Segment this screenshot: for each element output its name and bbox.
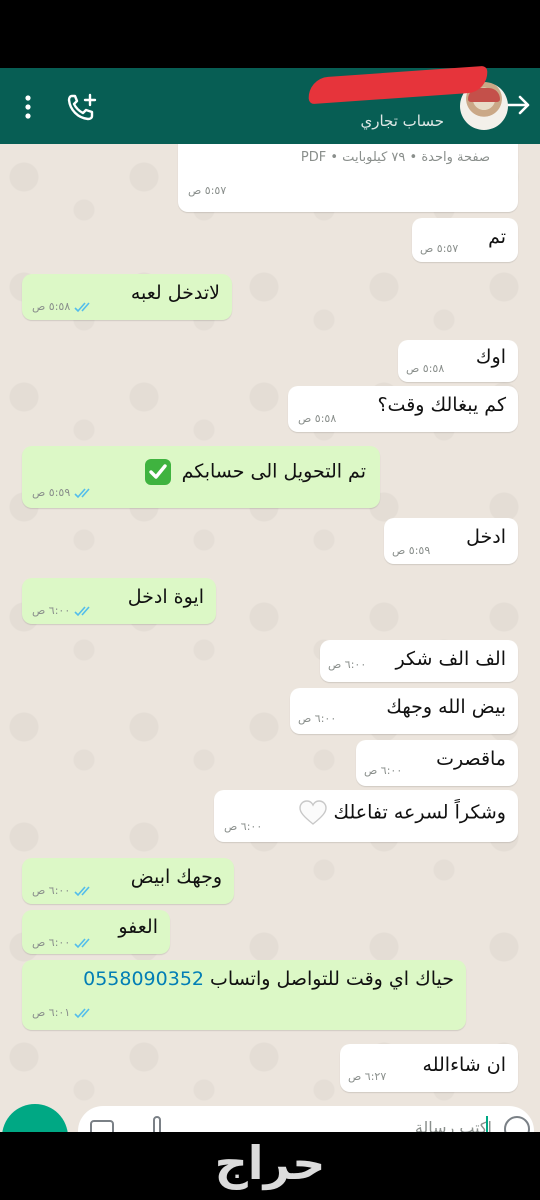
text-cursor <box>486 1116 488 1132</box>
message-time: ٥:٥٧ ص <box>420 242 459 255</box>
watermark-bar: حراج <box>0 1132 540 1200</box>
message-text: ان شاءالله <box>422 1054 506 1076</box>
message-time: ٦:٢٧ ص <box>348 1070 387 1083</box>
message-text: بيض الله وجهك <box>386 696 506 718</box>
message-text: حياك اي وقت للتواصل واتساب 0558090352 <box>83 968 454 990</box>
outgoing-message[interactable]: لاتدخل لعبه ٥:٥٨ ص <box>22 274 232 320</box>
message-time: ٥:٥٩ ص <box>32 486 96 499</box>
check-mark-button-emoji <box>144 459 171 485</box>
message-text: وجهك ابيض <box>130 866 222 888</box>
incoming-message[interactable]: بيض الله وجهك ٦:٠٠ ص <box>290 688 518 734</box>
camera-icon[interactable] <box>90 1118 114 1132</box>
message-text: كم يبغالك وقت؟ <box>377 394 506 416</box>
more-options-icon[interactable] <box>20 94 36 120</box>
message-placeholder: اكتب رسالة <box>414 1118 492 1132</box>
message-time: ٦:٠١ ص <box>32 1006 96 1019</box>
message-time: ٦:٠٠ ص <box>328 658 367 671</box>
read-receipt-icon <box>74 1008 90 1019</box>
message-time: ٥:٥٨ ص <box>32 300 96 313</box>
message-time: ٦:٠٠ ص <box>32 936 96 949</box>
message-time: ٦:٠٠ ص <box>32 884 96 897</box>
chat-header: حساب تجاري <box>0 65 540 144</box>
read-receipt-icon <box>74 488 90 499</box>
haraj-logo: حراج <box>214 1136 326 1190</box>
message-text: لاتدخل لعبه <box>130 282 220 304</box>
outgoing-message[interactable]: وجهك ابيض ٦:٠٠ ص <box>22 858 234 904</box>
attach-icon[interactable] <box>150 1116 164 1132</box>
phone-number-link[interactable]: 0558090352 <box>83 968 204 990</box>
message-text: ايوة ادخل <box>127 586 204 608</box>
message-time: ٦:٠٠ ص <box>224 820 263 833</box>
incoming-message[interactable]: ان شاءالله ٦:٢٧ ص <box>340 1044 518 1092</box>
outgoing-message[interactable]: حياك اي وقت للتواصل واتساب 0558090352 ٦:… <box>22 960 466 1030</box>
status-bar <box>0 0 540 68</box>
message-composer: اكتب رسالة <box>0 1104 540 1132</box>
incoming-message[interactable]: الف الف شكر ٦:٠٠ ص <box>320 640 518 682</box>
voice-record-button[interactable] <box>2 1104 68 1132</box>
business-account-label: حساب تجاري <box>360 112 444 130</box>
document-info: صفحة واحدة • ٧٩ كيلوبايت • PDF <box>300 150 490 165</box>
read-receipt-icon <box>74 606 90 617</box>
message-time: ٦:٠٠ ص <box>32 604 96 617</box>
read-receipt-icon <box>74 302 90 313</box>
message-time: ٦:٠٠ ص <box>364 764 403 777</box>
read-receipt-icon <box>74 938 90 949</box>
message-text: ماقصرت <box>436 748 506 770</box>
message-text: وشكراً لسرعه تفاعلك <box>299 800 506 826</box>
message-text: اوك <box>475 346 506 368</box>
message-text: العفو <box>118 916 158 938</box>
outgoing-message[interactable]: العفو ٦:٠٠ ص <box>22 910 170 954</box>
read-receipt-icon <box>74 886 90 897</box>
message-text: تم <box>488 226 506 248</box>
back-arrow-icon[interactable] <box>504 90 534 120</box>
message-text: الف الف شكر <box>395 648 506 670</box>
message-text: ادخل <box>466 526 506 548</box>
incoming-message[interactable]: اوك ٥:٥٨ ص <box>398 340 518 382</box>
message-time: ٥:٥٩ ص <box>392 544 431 557</box>
add-call-icon[interactable] <box>66 92 100 122</box>
message-time: ٥:٥٧ ص <box>188 184 227 197</box>
message-text: تم التحويل الى حسابكم <box>144 458 366 486</box>
document-message[interactable]: صفحة واحدة • ٧٩ كيلوبايت • PDF ٥:٥٧ ص <box>178 144 518 212</box>
message-time: ٥:٥٨ ص <box>298 412 337 425</box>
incoming-message[interactable]: ادخل ٥:٥٩ ص <box>384 518 518 564</box>
incoming-message[interactable]: كم يبغالك وقت؟ ٥:٥٨ ص <box>288 386 518 432</box>
incoming-message[interactable]: ماقصرت ٦:٠٠ ص <box>356 740 518 786</box>
white-heart-emoji <box>299 800 328 825</box>
outgoing-message[interactable]: تم التحويل الى حسابكم ٥:٥٩ ص <box>22 446 380 508</box>
chat-area[interactable]: صفحة واحدة • ٧٩ كيلوبايت • PDF ٥:٥٧ ص تم… <box>0 144 540 1132</box>
incoming-message[interactable]: وشكراً لسرعه تفاعلك ٦:٠٠ ص <box>214 790 518 842</box>
message-time: ٥:٥٨ ص <box>406 362 445 375</box>
incoming-message[interactable]: تم ٥:٥٧ ص <box>412 218 518 262</box>
outgoing-message[interactable]: ايوة ادخل ٦:٠٠ ص <box>22 578 216 624</box>
message-time: ٦:٠٠ ص <box>298 712 337 725</box>
